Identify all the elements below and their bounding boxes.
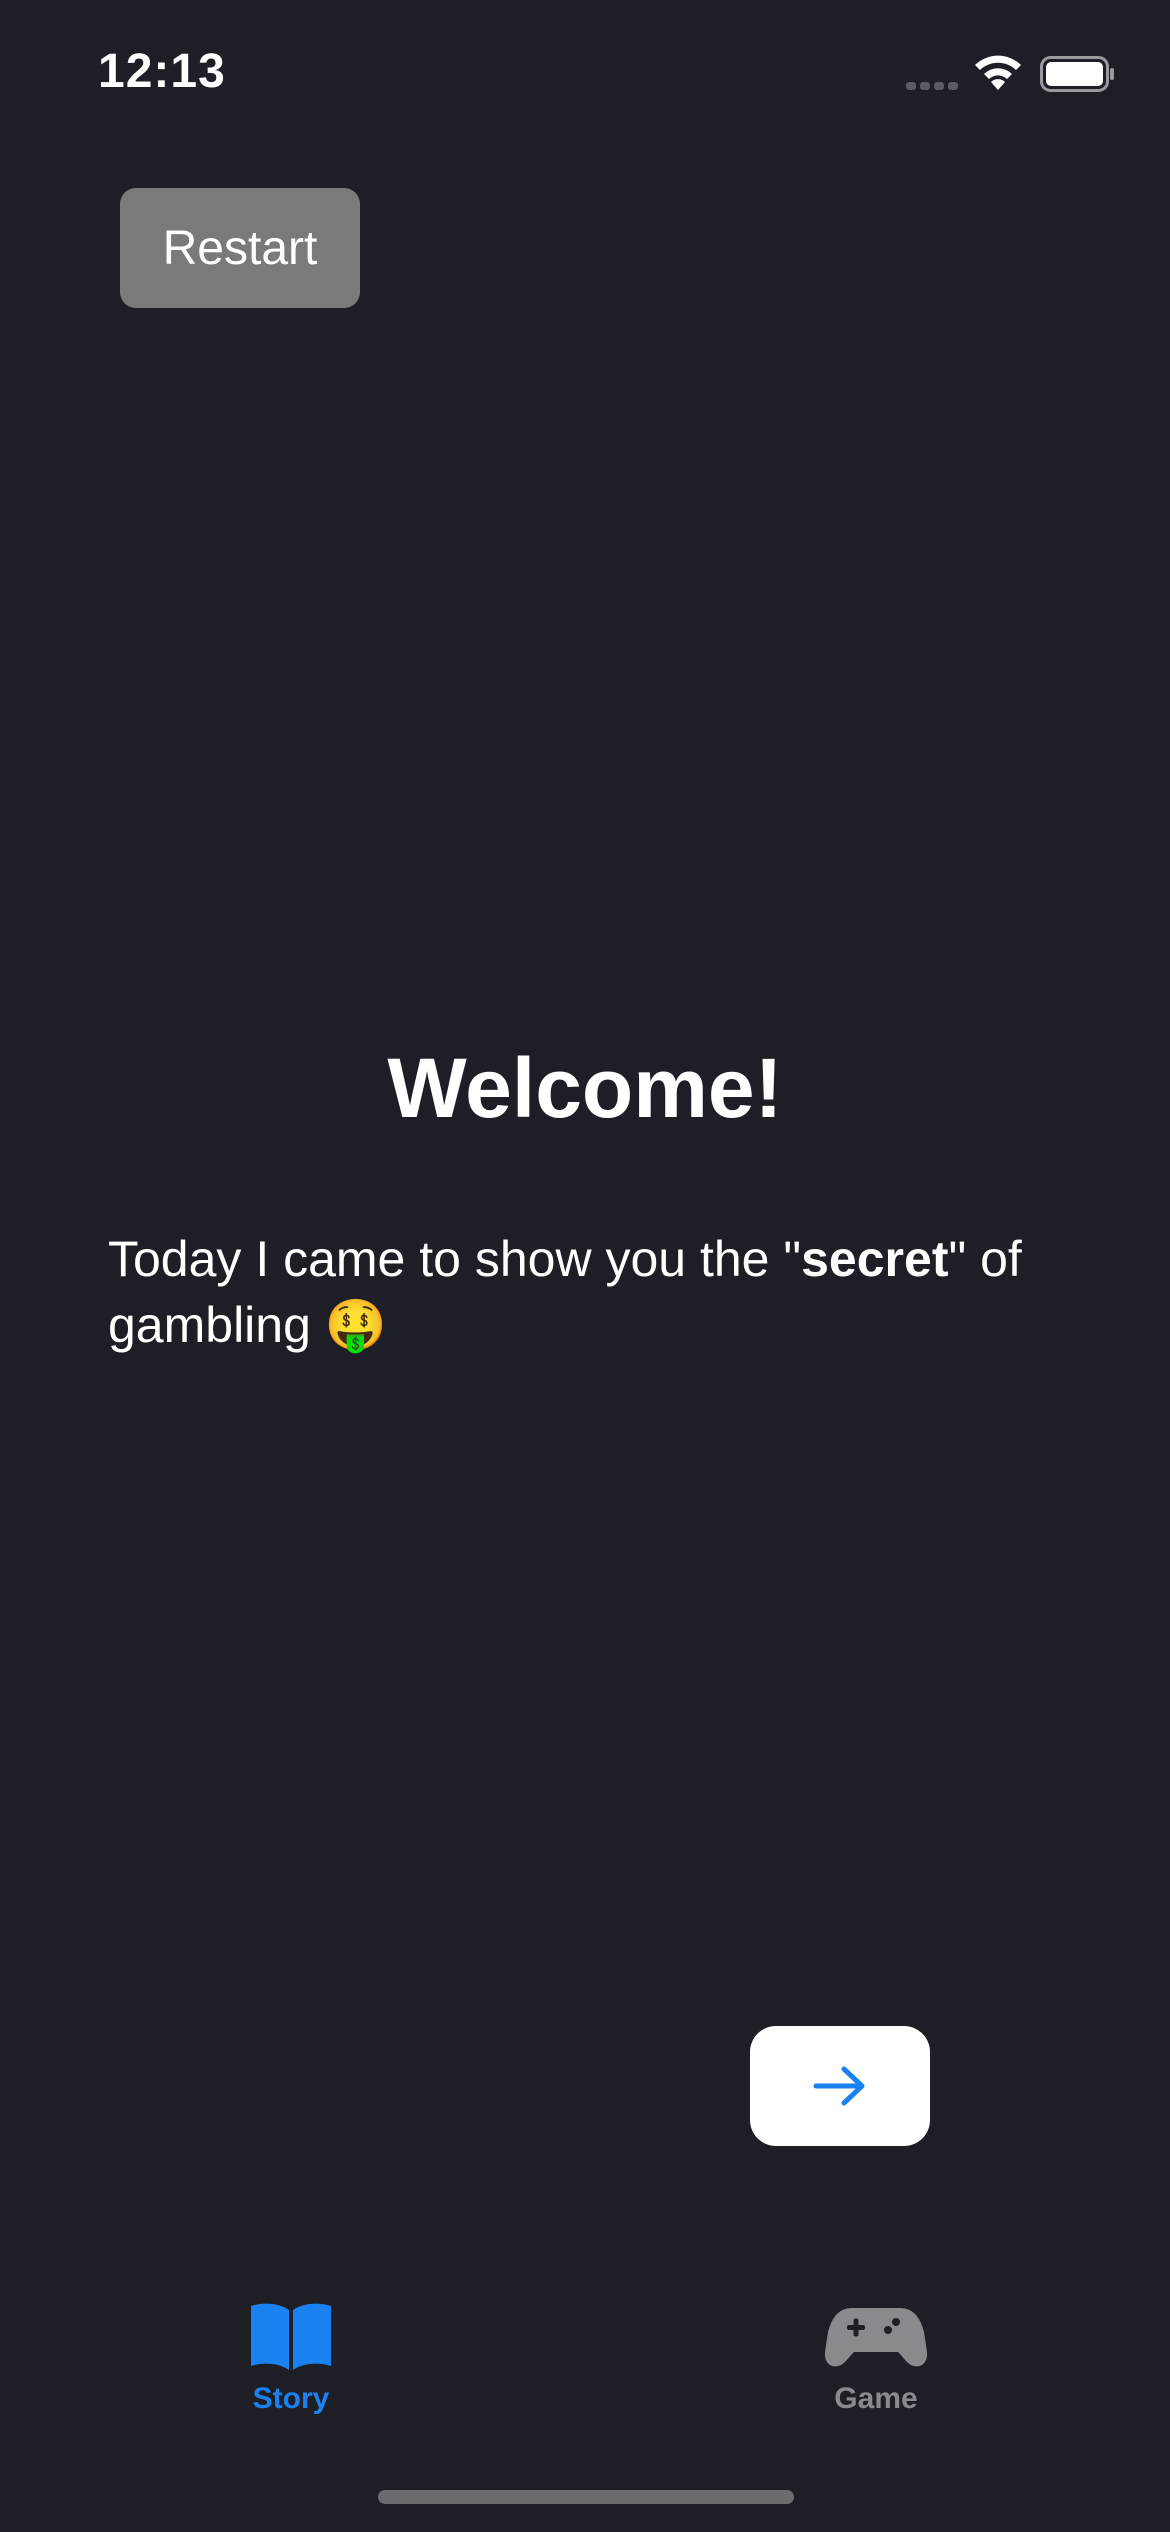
intro-text-prefix: Today I came to show you the " <box>108 1231 802 1287</box>
next-button[interactable] <box>750 2026 930 2146</box>
tab-story[interactable]: Story <box>191 2300 391 2440</box>
restart-button[interactable]: Restart <box>120 188 360 308</box>
page-title: Welcome! <box>387 1041 783 1135</box>
wifi-icon <box>975 55 1021 90</box>
money-mouth-emoji: 🤑 <box>324 1297 388 1353</box>
status-time: 12:13 <box>98 45 226 98</box>
tab-game-label: Game <box>834 2382 918 2415</box>
cellular-signal-icon <box>906 82 958 90</box>
battery-icon <box>1040 56 1114 92</box>
home-indicator <box>378 2490 794 2504</box>
tab-story-label: Story <box>252 2382 330 2415</box>
intro-text: Today I came to show you the "secret" of… <box>108 1226 1068 1358</box>
gamecontroller-icon <box>824 2308 928 2367</box>
tab-bar: Story Game <box>0 2280 1170 2440</box>
status-bar: 12:13 <box>0 0 1170 150</box>
intro-text-bold: secret <box>801 1231 949 1287</box>
tab-game[interactable]: Game <box>776 2300 976 2440</box>
arrow-right-icon <box>813 2066 865 2106</box>
book-icon <box>251 2303 331 2370</box>
